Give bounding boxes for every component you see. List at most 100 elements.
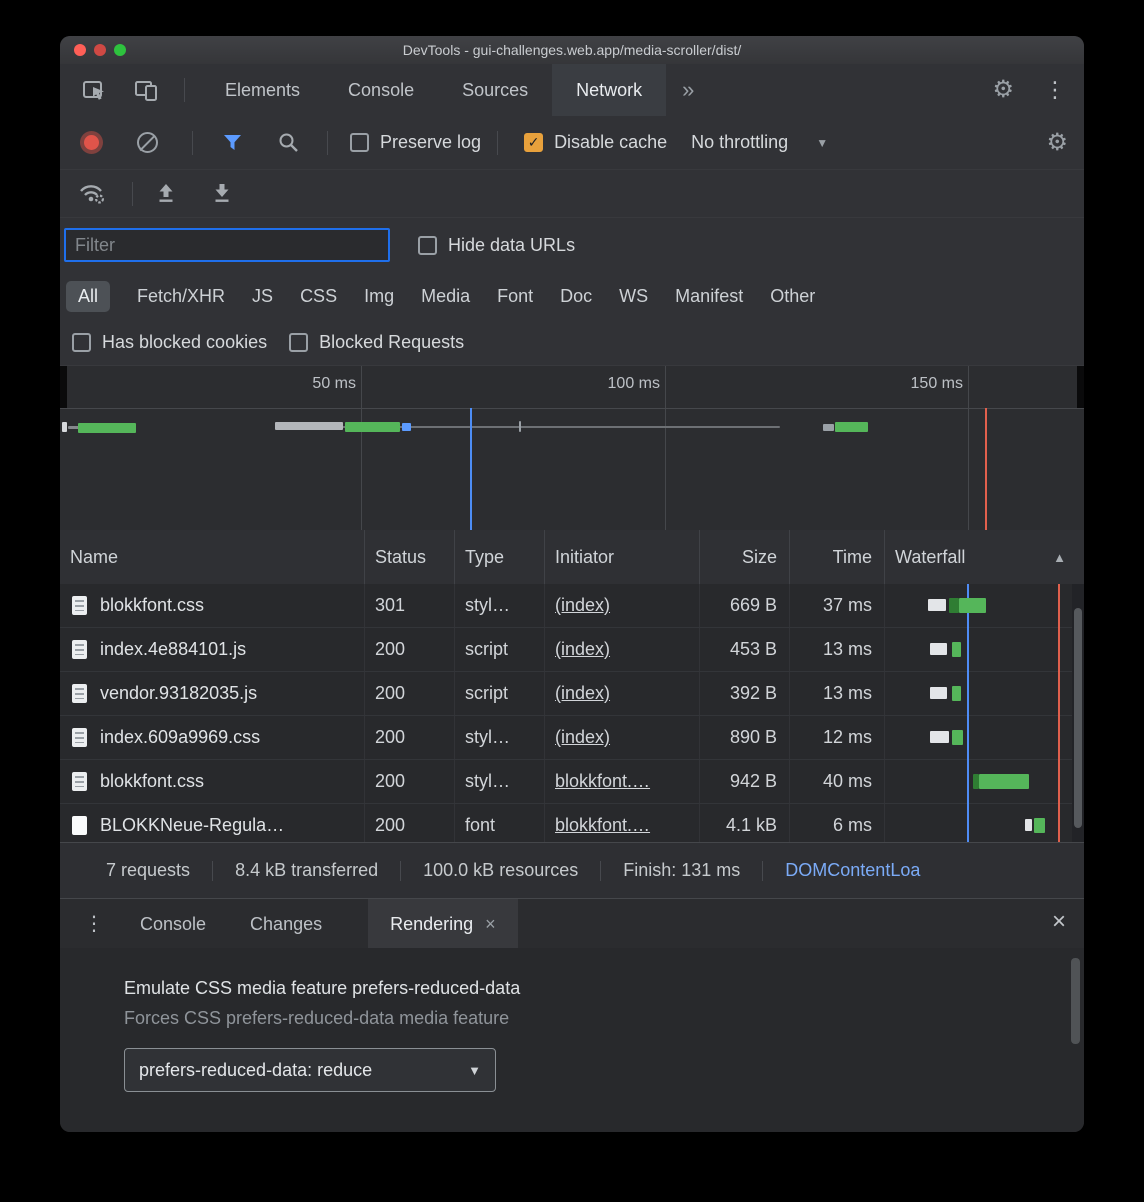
table-row[interactable]: blokkfont.css 200 styl… blokkfont.… 942 … bbox=[60, 760, 1084, 804]
checkbox-box bbox=[72, 333, 91, 352]
initiator-link[interactable]: (index) bbox=[555, 639, 610, 660]
search-icon[interactable] bbox=[278, 132, 299, 153]
rendering-setting-description: Forces CSS prefers-reduced-data media fe… bbox=[124, 1008, 509, 1029]
filter-pill-manifest[interactable]: Manifest bbox=[675, 286, 743, 307]
has-blocked-cookies-checkbox[interactable]: Has blocked cookies bbox=[72, 332, 267, 353]
checkbox-label: Preserve log bbox=[380, 132, 481, 153]
checkbox-label: Has blocked cookies bbox=[102, 332, 267, 353]
size-cell: 942 B bbox=[730, 771, 777, 792]
inspect-element-icon[interactable] bbox=[82, 78, 108, 102]
filter-pill-other[interactable]: Other bbox=[770, 286, 815, 307]
status-cell: 200 bbox=[375, 815, 405, 836]
waterfall-bar-segment bbox=[979, 774, 1029, 789]
overview-right-handle[interactable] bbox=[1077, 366, 1084, 408]
import-har-icon[interactable] bbox=[155, 183, 177, 204]
size-cell: 453 B bbox=[730, 639, 777, 660]
filter-pill-js[interactable]: JS bbox=[252, 286, 273, 307]
prefers-reduced-data-select[interactable]: prefers-reduced-data: reduce ▼ bbox=[124, 1048, 496, 1092]
divider bbox=[762, 861, 763, 881]
waterfall-bar-segment bbox=[930, 643, 947, 655]
waterfall-cell bbox=[885, 760, 1084, 803]
checkbox-label: Disable cache bbox=[554, 132, 667, 153]
tab-close-icon[interactable]: × bbox=[485, 914, 496, 935]
filter-pill-ws[interactable]: WS bbox=[619, 286, 648, 307]
export-har-icon[interactable] bbox=[211, 183, 233, 204]
clear-network-log-button[interactable] bbox=[137, 132, 158, 153]
column-header-initiator[interactable]: Initiator bbox=[545, 530, 700, 584]
preserve-log-checkbox[interactable]: Preserve log bbox=[350, 132, 481, 153]
load-event-line bbox=[985, 408, 987, 530]
type-cell: script bbox=[465, 683, 508, 704]
initiator-link[interactable]: (index) bbox=[555, 683, 610, 704]
blocked-requests-checkbox[interactable]: Blocked Requests bbox=[289, 332, 464, 353]
table-row[interactable]: index.4e884101.js 200 script (index) 453… bbox=[60, 628, 1084, 672]
rendering-pane: Emulate CSS media feature prefers-reduce… bbox=[60, 948, 1084, 1132]
network-settings-gear-icon[interactable]: ⚙ bbox=[1046, 131, 1068, 155]
tab-network[interactable]: Network bbox=[552, 64, 666, 116]
drawer-tab-rendering[interactable]: Rendering × bbox=[368, 899, 518, 949]
checkbox-label: Hide data URLs bbox=[448, 235, 575, 256]
request-table-body: blokkfont.css 301 styl… (index) 669 B 37… bbox=[60, 584, 1084, 842]
initiator-link[interactable]: (index) bbox=[555, 595, 610, 616]
column-header-status[interactable]: Status bbox=[365, 530, 455, 584]
drawer-menu-icon[interactable]: ⋮ bbox=[84, 914, 104, 934]
request-name: blokkfont.css bbox=[100, 595, 204, 616]
filter-pill-font[interactable]: Font bbox=[497, 286, 533, 307]
column-header-time[interactable]: Time bbox=[790, 530, 885, 584]
overview-bar bbox=[519, 421, 521, 432]
filter-pill-img[interactable]: Img bbox=[364, 286, 394, 307]
disable-cache-checkbox[interactable]: ✓ Disable cache bbox=[524, 132, 667, 153]
initiator-link[interactable]: blokkfont.… bbox=[555, 815, 650, 836]
filter-pill-fetch-xhr[interactable]: Fetch/XHR bbox=[137, 286, 225, 307]
table-scrollbar bbox=[1072, 584, 1084, 842]
throttling-select[interactable]: No throttling ▼ bbox=[691, 132, 828, 153]
initiator-link[interactable]: (index) bbox=[555, 727, 610, 748]
tab-elements[interactable]: Elements bbox=[201, 64, 324, 116]
column-header-name[interactable]: Name bbox=[60, 530, 365, 584]
network-conditions-icon[interactable] bbox=[78, 182, 106, 205]
divider bbox=[327, 131, 328, 155]
table-row[interactable]: vendor.93182035.js 200 script (index) 39… bbox=[60, 672, 1084, 716]
waterfall-bar-segment bbox=[930, 731, 949, 743]
main-menu-icon[interactable]: ⋮ bbox=[1044, 79, 1066, 101]
drawer-tab-bar: ⋮ Console Changes Rendering × × bbox=[60, 898, 1084, 949]
initiator-link[interactable]: blokkfont.… bbox=[555, 771, 650, 792]
titlebar: DevTools - gui-challenges.web.app/media-… bbox=[60, 36, 1084, 65]
filter-pill-media[interactable]: Media bbox=[421, 286, 470, 307]
throttling-value: No throttling bbox=[691, 132, 788, 153]
filter-pill-doc[interactable]: Doc bbox=[560, 286, 592, 307]
divider bbox=[600, 861, 601, 881]
table-row[interactable]: blokkfont.css 301 styl… (index) 669 B 37… bbox=[60, 584, 1084, 628]
tab-sources[interactable]: Sources bbox=[438, 64, 552, 116]
network-overview-timeline[interactable]: 50 ms 100 ms 150 ms bbox=[60, 366, 1084, 531]
load-event-line bbox=[1058, 584, 1060, 842]
checkbox-box: ✓ bbox=[524, 133, 543, 152]
table-row[interactable]: BLOKKNeue-Regula… 200 font blokkfont.… 4… bbox=[60, 804, 1084, 847]
table-scrollbar-thumb[interactable] bbox=[1074, 608, 1082, 828]
tick-label: 100 ms bbox=[604, 375, 660, 393]
filter-pill-css[interactable]: CSS bbox=[300, 286, 337, 307]
hide-data-urls-checkbox[interactable]: Hide data URLs bbox=[418, 235, 575, 256]
column-label: Status bbox=[375, 547, 426, 568]
overview-left-handle[interactable] bbox=[60, 366, 67, 408]
drawer-tab-changes[interactable]: Changes bbox=[228, 899, 344, 949]
column-label: Name bbox=[70, 547, 118, 568]
tab-console[interactable]: Console bbox=[324, 64, 438, 116]
drawer-close-icon[interactable]: × bbox=[1052, 910, 1066, 934]
sort-ascending-icon: ▲ bbox=[1053, 550, 1066, 565]
record-network-log-button[interactable] bbox=[84, 135, 99, 150]
type-cell: font bbox=[465, 815, 495, 836]
size-cell: 392 B bbox=[730, 683, 777, 704]
filter-input[interactable] bbox=[64, 228, 390, 262]
filter-pill-all[interactable]: All bbox=[66, 281, 110, 312]
drawer-scrollbar-thumb[interactable] bbox=[1071, 958, 1080, 1044]
table-row[interactable]: index.609a9969.css 200 styl… (index) 890… bbox=[60, 716, 1084, 760]
device-toolbar-icon[interactable] bbox=[134, 79, 160, 102]
column-header-size[interactable]: Size bbox=[700, 530, 790, 584]
settings-gear-icon[interactable]: ⚙ bbox=[992, 78, 1014, 102]
column-header-waterfall[interactable]: Waterfall ▲ bbox=[885, 530, 1084, 584]
more-tabs-icon[interactable]: » bbox=[682, 77, 694, 103]
filter-funnel-icon[interactable] bbox=[223, 134, 242, 151]
drawer-tab-console[interactable]: Console bbox=[118, 899, 228, 949]
column-header-type[interactable]: Type bbox=[455, 530, 545, 584]
